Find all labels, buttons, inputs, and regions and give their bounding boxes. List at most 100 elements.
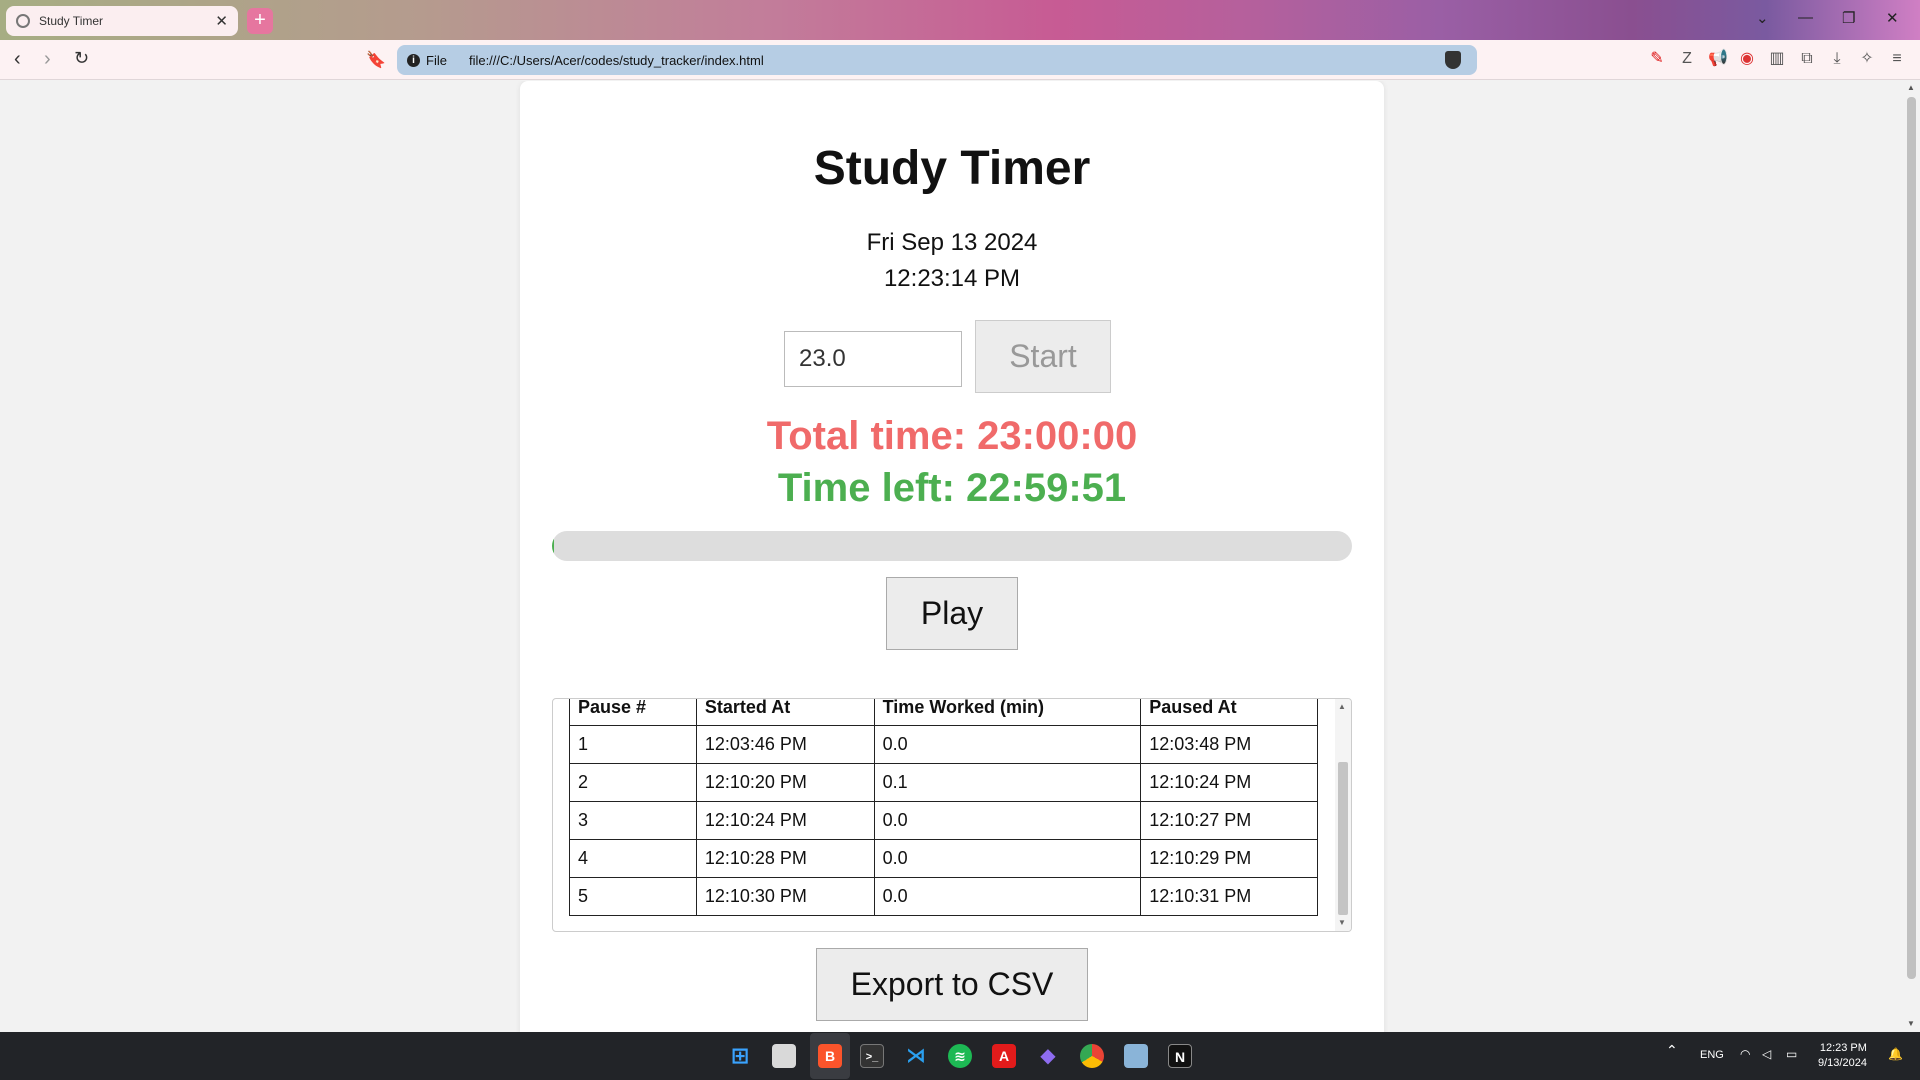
current-date: Fri Sep 13 2024 (866, 229, 1038, 256)
cell-pause-number: 1 (569, 725, 697, 764)
cell-started-at: 12:10:30 PM (695, 877, 875, 916)
extensions-icon[interactable]: ⧉ (1798, 50, 1816, 68)
minimize-button[interactable]: — (1798, 9, 1813, 26)
chrome-icon[interactable] (1080, 1044, 1104, 1068)
cell-paused-at: 12:03:48 PM (1140, 725, 1318, 764)
spotify-icon[interactable]: ≋ (948, 1044, 972, 1068)
cell-paused-at: 12:10:24 PM (1140, 763, 1318, 802)
cell-time-worked: 0.1 (873, 763, 1142, 802)
terminal-icon[interactable]: >_ (860, 1044, 884, 1068)
header-paused-at: Paused At (1140, 699, 1318, 726)
page-title: Study Timer (813, 142, 1091, 195)
reader-mode-icon[interactable]: ▥ (1768, 50, 1786, 68)
table-scrollbar-thumb[interactable] (1338, 762, 1348, 915)
acrobat-icon[interactable]: A (992, 1044, 1016, 1068)
zotero-extension-icon[interactable]: Z (1678, 50, 1696, 68)
cell-time-worked: 0.0 (873, 801, 1142, 840)
new-tab-button[interactable]: + (247, 8, 273, 34)
pen-extension-icon[interactable]: ✎ (1648, 50, 1666, 68)
page-scrollbar[interactable]: ▲ ▼ (1903, 81, 1920, 1032)
restore-button[interactable]: ❐ (1842, 9, 1855, 27)
player-extension-icon[interactable]: ◉ (1738, 50, 1756, 68)
brave-shield-icon[interactable] (1445, 51, 1461, 69)
address-bar[interactable]: i File file:///C:/Users/Acer/codes/study… (397, 45, 1477, 75)
back-button[interactable]: ‹ (14, 48, 21, 71)
start-button[interactable]: Start (975, 320, 1111, 393)
page-scroll-down-icon[interactable]: ▼ (1907, 1019, 1915, 1028)
obsidian-icon[interactable]: ◆ (1036, 1044, 1060, 1068)
scroll-up-arrow-icon[interactable]: ▲ (1338, 702, 1346, 711)
time-left-display: Time left: 22:59:51 (777, 466, 1127, 510)
cell-time-worked: 0.0 (873, 839, 1142, 878)
table-row: 2 12:10:20 PM 0.1 12:10:24 PM (569, 763, 1318, 802)
table-scrollbar[interactable]: ▲ ▼ (1335, 699, 1351, 931)
table-row: 3 12:10:24 PM 0.0 12:10:27 PM (569, 801, 1318, 840)
taskbar-time: 12:23 PM (1819, 1042, 1867, 1054)
header-pause-number: Pause # (569, 699, 697, 726)
taskbar-clock[interactable]: 12:23 PM 9/13/2024 (1818, 1041, 1867, 1071)
total-time-display: Total time: 23:00:00 (766, 414, 1138, 458)
cell-time-worked: 0.0 (873, 877, 1142, 916)
pause-log-table: Pause # Started At Time Worked (min) Pau… (569, 699, 1318, 916)
photos-icon[interactable] (1124, 1044, 1148, 1068)
close-tab-icon[interactable]: ✕ (215, 12, 228, 30)
cell-paused-at: 12:10:31 PM (1140, 877, 1318, 916)
forward-button[interactable]: › (44, 48, 51, 71)
browser-toolbar: ‹ › ↻ 🔖 i File file:///C:/Users/Acer/cod… (0, 40, 1920, 80)
leo-ai-icon[interactable]: ✧ (1858, 50, 1876, 68)
announce-extension-icon[interactable]: 📢 (1708, 50, 1728, 68)
progress-bar (552, 531, 1352, 561)
header-started-at: Started At (695, 699, 875, 726)
cell-time-worked: 0.0 (873, 725, 1142, 764)
table-row: 1 12:03:46 PM 0.0 12:03:48 PM (569, 725, 1318, 764)
windows-start-icon[interactable]: ⊞ (728, 1044, 752, 1068)
page-viewport: Study Timer Fri Sep 13 2024 12:23:14 PM … (0, 81, 1920, 1032)
cell-pause-number: 2 (569, 763, 697, 802)
vscode-icon[interactable]: ⋊ (904, 1044, 928, 1068)
close-window-button[interactable]: ✕ (1886, 9, 1899, 27)
cell-pause-number: 5 (569, 877, 697, 916)
cell-started-at: 12:10:20 PM (695, 763, 875, 802)
battery-icon[interactable]: ▭ (1786, 1047, 1797, 1061)
tab-title: Study Timer (39, 14, 104, 28)
volume-icon[interactable]: ◁ (1762, 1047, 1771, 1061)
tab-list-chevron-icon[interactable]: ⌄ (1756, 9, 1769, 27)
notion-icon[interactable]: N (1168, 1044, 1192, 1068)
header-time-worked: Time Worked (min) (873, 699, 1142, 726)
file-explorer-icon[interactable] (772, 1044, 796, 1068)
play-button[interactable]: Play (886, 577, 1018, 650)
cell-pause-number: 4 (569, 839, 697, 878)
cell-paused-at: 12:10:27 PM (1140, 801, 1318, 840)
wifi-icon[interactable]: ◠ (1740, 1047, 1750, 1061)
cell-pause-number: 3 (569, 801, 697, 840)
table-row: 4 12:10:28 PM 0.0 12:10:29 PM (569, 839, 1318, 878)
current-clock: 12:23:14 PM (883, 265, 1021, 292)
cell-started-at: 12:10:28 PM (695, 839, 875, 878)
page-scrollbar-thumb[interactable] (1907, 97, 1916, 979)
pause-log-table-container[interactable]: Pause # Started At Time Worked (min) Pau… (552, 698, 1352, 932)
brave-icon[interactable]: B (818, 1044, 842, 1068)
scroll-down-arrow-icon[interactable]: ▼ (1338, 918, 1346, 927)
timer-card: Study Timer Fri Sep 13 2024 12:23:14 PM … (520, 81, 1384, 1032)
hours-input[interactable] (784, 331, 962, 387)
site-info-icon[interactable]: i (407, 53, 420, 67)
menu-icon[interactable]: ≡ (1888, 50, 1906, 68)
browser-tab-strip: Study Timer ✕ + ⌄ — ❐ ✕ (0, 0, 1920, 40)
export-csv-button[interactable]: Export to CSV (816, 948, 1088, 1021)
globe-icon (16, 14, 30, 28)
download-icon[interactable]: ⤓ (1828, 50, 1846, 68)
table-header-row: Pause # Started At Time Worked (min) Pau… (569, 699, 1318, 726)
reload-button[interactable]: ↻ (74, 48, 89, 69)
page-scroll-up-icon[interactable]: ▲ (1907, 83, 1915, 92)
url-text[interactable]: file:///C:/Users/Acer/codes/study_tracke… (469, 53, 764, 68)
cell-started-at: 12:03:46 PM (695, 725, 875, 764)
tray-overflow-chevron-icon[interactable]: ⌃ (1666, 1042, 1678, 1059)
notification-bell-icon[interactable]: 🔔 (1888, 1047, 1903, 1061)
table-row: 5 12:10:30 PM 0.0 12:10:31 PM (569, 877, 1318, 916)
cell-paused-at: 12:10:29 PM (1140, 839, 1318, 878)
windows-taskbar: ⊞ B >_ ⋊ ≋ A ◆ N ⌃ ENG ◠ ◁ ▭ 12:23 PM 9/… (0, 1032, 1920, 1080)
browser-tab[interactable]: Study Timer ✕ (6, 6, 238, 36)
language-indicator[interactable]: ENG (1700, 1049, 1724, 1061)
url-scheme-label: File (426, 52, 447, 68)
bookmark-icon[interactable]: 🔖 (366, 50, 386, 70)
